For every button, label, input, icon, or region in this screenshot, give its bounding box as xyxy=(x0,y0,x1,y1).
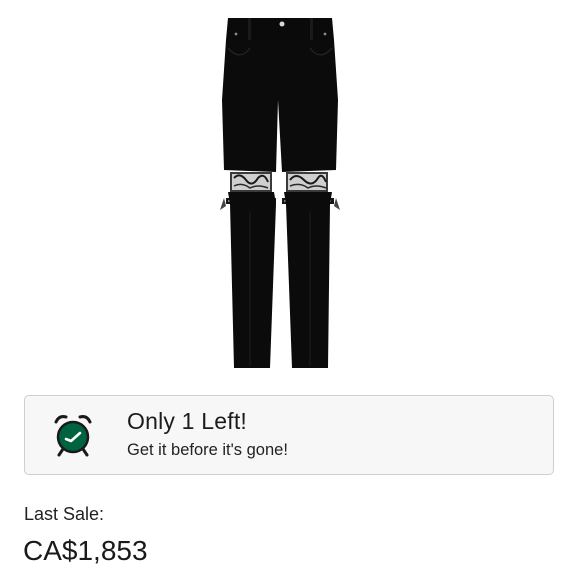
alarm-clock-icon xyxy=(54,415,92,457)
stock-subtitle: Get it before it's gone! xyxy=(127,441,288,459)
product-image[interactable] xyxy=(0,0,580,385)
stock-title: Only 1 Left! xyxy=(127,408,248,434)
low-stock-banner: Only 1 Left! Get it before it's gone! xyxy=(24,395,554,475)
jeans-image xyxy=(220,18,340,368)
product-page: Only 1 Left! Get it before it's gone! La… xyxy=(0,0,580,580)
last-sale-label: Last Sale: xyxy=(24,504,105,524)
last-sale-price: CA$1,853 xyxy=(23,535,148,566)
